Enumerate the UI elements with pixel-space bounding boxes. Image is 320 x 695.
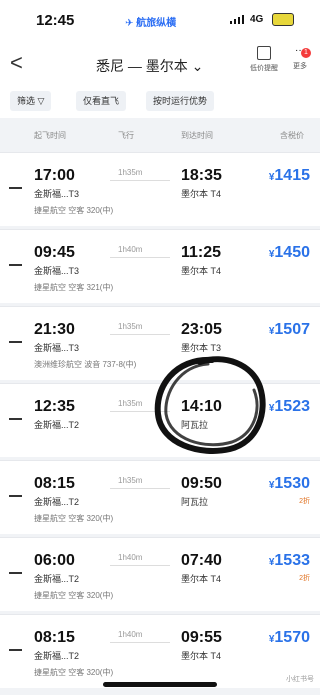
- arrival-airport: 墨尔本 T4: [181, 651, 222, 661]
- arrival-time: 23:05: [181, 321, 222, 338]
- filter-bar: 筛选 ▽ 仅看直飞 按时运行优势: [0, 86, 320, 118]
- alert-icon: [257, 46, 271, 60]
- airline-info: 捷星航空 空客 321(中): [34, 283, 114, 292]
- route-title[interactable]: 悉尼 — 墨尔本 ⌄: [96, 56, 203, 76]
- airline-logo: [9, 341, 22, 343]
- notification-badge: 1: [301, 48, 311, 58]
- flight-card[interactable]: 08:15 金斯福...T2 1h35m 09:50 阿瓦拉 ¥1530 2折 …: [0, 460, 320, 534]
- app-indicator: ✈ 航旅纵横: [125, 18, 177, 29]
- flight-duration: 1h35m: [118, 399, 143, 408]
- airline-info: 捷星航空 空客 320(中): [34, 514, 114, 523]
- airline-logo: [9, 649, 22, 651]
- more-button[interactable]: ··· 更多 1: [285, 46, 315, 71]
- status-bar: 12:45 ✈ 航旅纵横 4G: [0, 0, 320, 40]
- col-price[interactable]: 含税价: [280, 130, 304, 141]
- arrival-airport: 阿瓦拉: [181, 497, 209, 507]
- arrival-airport: 墨尔本 T4: [181, 266, 222, 276]
- airline-logo: [9, 187, 22, 189]
- col-arrival[interactable]: 到达时间: [181, 130, 213, 141]
- arrival-airport: 墨尔本 T4: [181, 189, 222, 199]
- status-time: 12:45: [36, 12, 75, 29]
- flight-duration: 1h40m: [118, 245, 143, 254]
- departure-time: 08:15: [34, 629, 75, 646]
- discount-note: 2折: [299, 498, 310, 505]
- duration-line: [110, 180, 170, 181]
- flight-price: ¥1533: [268, 552, 310, 569]
- departure-time: 09:45: [34, 244, 75, 261]
- discount-note: 2折: [299, 575, 310, 582]
- duration-line: [110, 488, 170, 489]
- home-indicator: [103, 682, 217, 687]
- airline-logo: [9, 572, 22, 574]
- departure-time: 21:30: [34, 321, 75, 338]
- flight-card[interactable]: 17:00 金斯福...T3 1h35m 18:35 墨尔本 T4 ¥1415 …: [0, 152, 320, 226]
- flight-duration: 1h40m: [118, 553, 143, 562]
- departure-airport: 金斯福...T3: [34, 189, 80, 199]
- airline-logo: [9, 418, 22, 420]
- flight-duration: 1h35m: [118, 476, 143, 485]
- arrival-airport: 墨尔本 T3: [181, 343, 222, 353]
- flight-card[interactable]: 06:00 金斯福...T2 1h40m 07:40 墨尔本 T4 ¥1533 …: [0, 537, 320, 611]
- flight-duration: 1h40m: [118, 630, 143, 639]
- flight-card[interactable]: 21:30 金斯福...T3 1h35m 23:05 墨尔本 T3 ¥1507 …: [0, 306, 320, 380]
- flight-card[interactable]: 09:45 金斯福...T3 1h40m 11:25 墨尔本 T4 ¥1450 …: [0, 229, 320, 303]
- flight-price: ¥1570: [268, 629, 310, 646]
- duration-line: [110, 257, 170, 258]
- flight-card[interactable]: 12:35 金斯福...T2 1h35m 14:10 阿瓦拉 ¥1523: [0, 383, 320, 457]
- flight-price: ¥1415: [268, 167, 310, 184]
- flight-price: ¥1530: [268, 475, 310, 492]
- nav-header: < 悉尼 — 墨尔本 ⌄ 低价提醒 ··· 更多 1: [0, 40, 320, 86]
- battery-icon: [272, 13, 294, 26]
- flight-price: ¥1450: [268, 244, 310, 261]
- airline-logo: [9, 495, 22, 497]
- airline-info: 捷星航空 空客 320(中): [34, 206, 114, 215]
- price-alert-button[interactable]: 低价提醒: [249, 46, 279, 73]
- signal-icon: [230, 15, 244, 24]
- airline-logo: [9, 264, 22, 266]
- departure-airport: 金斯福...T2: [34, 651, 80, 661]
- departure-time: 08:15: [34, 475, 75, 492]
- duration-line: [110, 334, 170, 335]
- arrival-airport: 墨尔本 T4: [181, 574, 222, 584]
- arrival-time: 11:25: [181, 244, 222, 261]
- flight-price: ¥1507: [268, 321, 310, 338]
- arrival-time: 14:10: [181, 398, 222, 415]
- col-departure[interactable]: 起飞时间: [34, 130, 66, 141]
- airline-info: 捷星航空 空客 320(中): [34, 668, 114, 677]
- departure-time: 17:00: [34, 167, 75, 184]
- departure-time: 12:35: [34, 398, 75, 415]
- filter-chip-direct[interactable]: 仅看直飞: [76, 91, 127, 111]
- network-type: 4G: [250, 14, 264, 25]
- duration-line: [110, 565, 170, 566]
- arrival-time: 09:50: [181, 475, 222, 492]
- departure-time: 06:00: [34, 552, 75, 569]
- airline-info: 捷星航空 空客 320(中): [34, 591, 114, 600]
- flight-duration: 1h35m: [118, 168, 143, 177]
- flight-duration: 1h35m: [118, 322, 143, 331]
- flight-price: ¥1523: [268, 398, 310, 415]
- flight-card[interactable]: 08:15 金斯福...T2 1h40m 09:55 墨尔本 T4 ¥1570 …: [0, 614, 320, 688]
- departure-airport: 金斯福...T3: [34, 343, 80, 353]
- back-button[interactable]: <: [10, 50, 23, 76]
- departure-airport: 金斯福...T2: [34, 420, 80, 430]
- arrival-time: 18:35: [181, 167, 222, 184]
- filter-chip-screen[interactable]: 筛选 ▽: [10, 91, 52, 111]
- airline-info: 澳洲维珍航空 波音 737-8(中): [34, 360, 137, 369]
- filter-chip-ontime[interactable]: 按时运行优势: [146, 91, 215, 111]
- col-duration[interactable]: 飞行: [118, 130, 134, 141]
- departure-airport: 金斯福...T2: [34, 574, 80, 584]
- arrival-time: 07:40: [181, 552, 222, 569]
- departure-airport: 金斯福...T2: [34, 497, 80, 507]
- duration-line: [110, 411, 170, 412]
- arrival-airport: 阿瓦拉: [181, 420, 209, 430]
- column-header: 起飞时间 飞行 到达时间 含税价: [0, 124, 320, 146]
- arrival-time: 09:55: [181, 629, 222, 646]
- duration-line: [110, 642, 170, 643]
- departure-airport: 金斯福...T3: [34, 266, 80, 276]
- watermark: 小红书号: [286, 676, 314, 683]
